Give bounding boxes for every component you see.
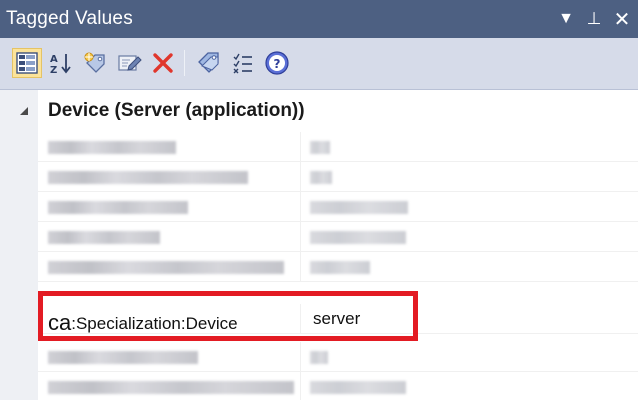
table-row-specialization-device[interactable]: ca:Specialization:Device server xyxy=(38,304,638,335)
redacted-name xyxy=(48,351,198,364)
sort-alphabetical-button[interactable]: A Z xyxy=(46,48,76,78)
redacted-value xyxy=(310,201,408,214)
tag-name-text: :Specialization:Device xyxy=(71,314,238,333)
column-divider xyxy=(300,252,301,282)
delete-icon xyxy=(153,53,173,73)
redacted-name xyxy=(48,231,160,244)
grid-gutter xyxy=(0,90,38,400)
redacted-name xyxy=(48,141,176,154)
edit-tag-icon xyxy=(118,55,142,71)
tag-icon xyxy=(198,52,219,73)
table-row[interactable] xyxy=(38,372,638,400)
table-row[interactable] xyxy=(38,162,638,192)
column-divider xyxy=(300,342,301,372)
redacted-name xyxy=(48,381,294,394)
svg-text:?: ? xyxy=(274,57,281,71)
svg-text:Z: Z xyxy=(50,65,57,75)
group-label: Device (Server (application)) xyxy=(48,100,305,121)
redacted-value xyxy=(310,141,330,154)
toolbar: A Z ? xyxy=(0,38,638,90)
table-row[interactable] xyxy=(38,252,638,282)
help-icon: ? xyxy=(265,51,289,75)
collapse-triangle-icon[interactable] xyxy=(18,105,30,117)
edit-tag-button[interactable] xyxy=(114,48,144,78)
redacted-name xyxy=(48,171,248,184)
pin-icon[interactable]: ⊥ xyxy=(580,9,608,29)
tag-namespace: ca xyxy=(48,310,72,335)
redacted-value xyxy=(310,171,332,184)
panel-title: Tagged Values xyxy=(6,8,133,29)
column-divider xyxy=(300,304,301,334)
group-header[interactable]: Device (Server (application)) xyxy=(0,90,638,132)
delete-button[interactable] xyxy=(148,48,178,78)
help-button[interactable]: ? xyxy=(262,48,292,78)
column-divider xyxy=(300,132,301,162)
new-tag-button[interactable] xyxy=(80,48,110,78)
redacted-value xyxy=(310,261,370,274)
redacted-value xyxy=(310,351,328,364)
svg-text:A: A xyxy=(50,54,58,65)
table-row[interactable] xyxy=(38,192,638,222)
categorized-view-icon xyxy=(16,52,38,74)
toolbar-separator xyxy=(184,50,185,76)
table-row[interactable] xyxy=(38,342,638,372)
tagged-values-grid: Device (Server (application)) ca:Special… xyxy=(0,90,638,400)
panel-title-bar: Tagged Values ▼ ⊥ ✕ xyxy=(0,0,638,38)
tag-button[interactable] xyxy=(194,48,224,78)
table-row[interactable] xyxy=(38,222,638,252)
redacted-value xyxy=(310,381,406,394)
new-tag-icon xyxy=(84,52,105,73)
column-divider xyxy=(300,222,301,252)
redacted-name xyxy=(48,261,284,274)
close-icon[interactable]: ✕ xyxy=(608,7,636,32)
column-divider xyxy=(300,162,301,192)
redacted-value xyxy=(310,231,406,244)
checklist-icon xyxy=(233,53,252,74)
panel-menu-chevron-down-icon[interactable]: ▼ xyxy=(552,10,580,28)
sort-alphabetical-icon: A Z xyxy=(50,54,71,75)
categorized-view-button[interactable] xyxy=(12,48,42,78)
column-divider xyxy=(300,372,301,400)
redacted-name xyxy=(48,201,188,214)
table-row[interactable] xyxy=(38,132,638,162)
tag-name: ca:Specialization:Device xyxy=(48,309,238,335)
checklist-button[interactable] xyxy=(228,48,258,78)
column-divider xyxy=(300,192,301,222)
tag-value[interactable]: server xyxy=(313,309,360,329)
